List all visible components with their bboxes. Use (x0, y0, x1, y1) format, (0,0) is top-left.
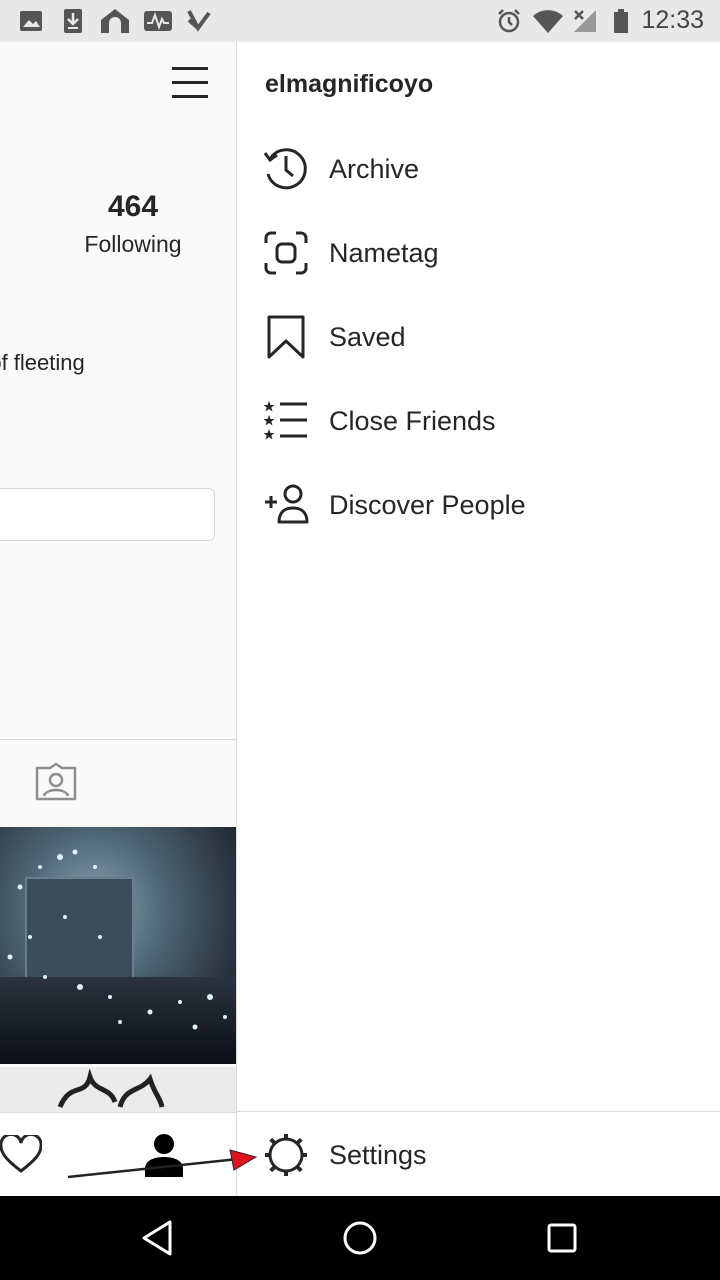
bookmark-icon (267, 315, 305, 359)
edit-profile-button[interactable] (0, 488, 215, 541)
settings-label: Settings (329, 1140, 427, 1170)
activity-icon (144, 11, 172, 31)
divider (0, 739, 236, 740)
status-bar: 12:33 (0, 0, 720, 42)
image-icon (20, 11, 42, 31)
alarm-icon (498, 9, 520, 33)
heart-icon[interactable] (0, 1135, 42, 1175)
menu-item-archive[interactable]: Archive (237, 134, 720, 204)
following-label[interactable]: Following (60, 231, 206, 258)
close-friends-icon (263, 401, 307, 440)
check-icon (187, 10, 211, 32)
gear-icon (265, 1134, 307, 1176)
post-thumbnail[interactable] (0, 1067, 236, 1112)
system-navigation-bar (0, 1196, 720, 1280)
menu-item-saved[interactable]: Saved (237, 302, 720, 372)
wifi-icon (533, 10, 563, 34)
menu-item-label: Archive (329, 154, 420, 184)
side-menu-drawer: elmagnificoyo Archive Nametag Saved Clos… (236, 42, 720, 1196)
no-signal-icon (574, 10, 596, 32)
add-person-icon (265, 484, 309, 524)
menu-bar (172, 95, 208, 98)
settings-button[interactable]: Settings (237, 1111, 720, 1197)
home-shape-icon (101, 9, 129, 33)
back-icon[interactable] (136, 1216, 180, 1260)
status-time: 12:33 (641, 6, 704, 34)
archive-icon (263, 148, 307, 190)
download-icon (64, 9, 82, 33)
tagged-photos-icon[interactable] (34, 762, 78, 802)
photo-lights (7, 849, 227, 1030)
annotation-arrow (67, 1149, 258, 1179)
profile-bio: se of fleeting (0, 350, 85, 375)
menu-item-label: Nametag (329, 238, 439, 268)
menu-item-discover-people[interactable]: Discover People (237, 470, 720, 540)
menu-item-label: Saved (329, 322, 406, 352)
menu-bar (172, 81, 208, 84)
photo-content (57, 1068, 165, 1109)
drawer-username: elmagnificoyo (265, 70, 434, 98)
menu-item-close-friends[interactable]: Close Friends (237, 386, 720, 456)
home-icon[interactable] (338, 1216, 382, 1260)
profile-panel: ers 464 Following se of fleeting (0, 42, 236, 1112)
menu-item-label: Discover People (329, 490, 526, 520)
menu-button[interactable] (172, 67, 208, 101)
nametag-icon (264, 231, 308, 275)
recents-icon[interactable] (540, 1216, 584, 1260)
following-count[interactable]: 464 (60, 190, 206, 224)
menu-item-nametag[interactable]: Nametag (237, 218, 720, 288)
battery-icon (614, 9, 628, 33)
menu-item-label: Close Friends (329, 406, 496, 436)
post-thumbnail[interactable] (0, 827, 236, 1064)
menu-bar (172, 67, 208, 70)
